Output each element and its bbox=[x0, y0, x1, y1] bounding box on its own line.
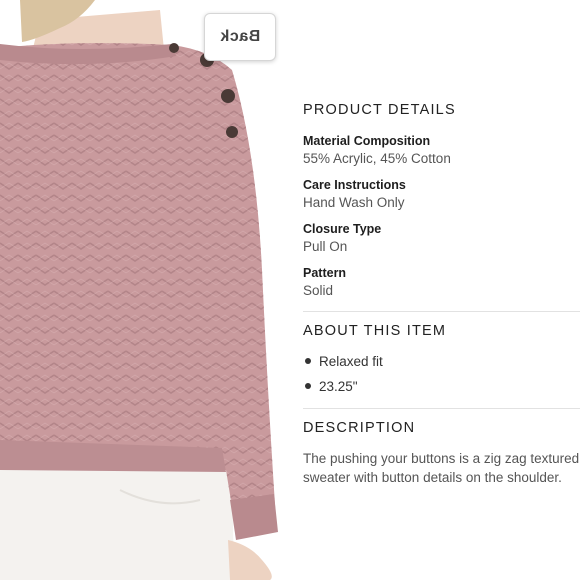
detail-label-pattern: Pattern bbox=[303, 266, 347, 280]
divider bbox=[303, 311, 580, 312]
about-heading: ABOUT THIS ITEM bbox=[303, 323, 447, 339]
detail-label-closure: Closure Type bbox=[303, 222, 382, 236]
product-details-heading: PRODUCT DETAILS bbox=[303, 102, 456, 118]
detail-label-care: Care Instructions bbox=[303, 178, 406, 192]
description-text: The pushing your buttons is a zig zag te… bbox=[303, 451, 580, 485]
detail-value-material: 55% Acrylic, 45% Cotton bbox=[303, 151, 451, 166]
about-bullet: Relaxed fit bbox=[303, 354, 383, 369]
back-button-label: Back bbox=[219, 28, 261, 45]
details-panel: PRODUCT DETAILS Material Composition 55%… bbox=[303, 0, 580, 580]
bullet-dot bbox=[305, 358, 311, 365]
about-bullet-text: Relaxed fit bbox=[319, 354, 383, 369]
pants bbox=[0, 470, 234, 580]
divider bbox=[303, 408, 580, 409]
detail-value-care: Hand Wash Only bbox=[303, 195, 405, 210]
shoulder-button bbox=[226, 126, 238, 138]
hand bbox=[228, 540, 272, 580]
bullet-dot bbox=[305, 383, 311, 390]
detail-label-material: Material Composition bbox=[303, 134, 431, 148]
detail-value-pattern: Solid bbox=[303, 283, 334, 298]
shoulder-button bbox=[169, 43, 179, 53]
description-heading: DESCRIPTION bbox=[303, 420, 416, 436]
about-bullet: 23.25" bbox=[303, 379, 358, 394]
about-bullet-text: 23.25" bbox=[319, 379, 358, 394]
back-button[interactable]: Back bbox=[204, 13, 276, 61]
shoulder-button bbox=[221, 89, 235, 103]
sleeve-cuff bbox=[230, 494, 278, 540]
detail-value-closure: Pull On bbox=[303, 239, 348, 254]
